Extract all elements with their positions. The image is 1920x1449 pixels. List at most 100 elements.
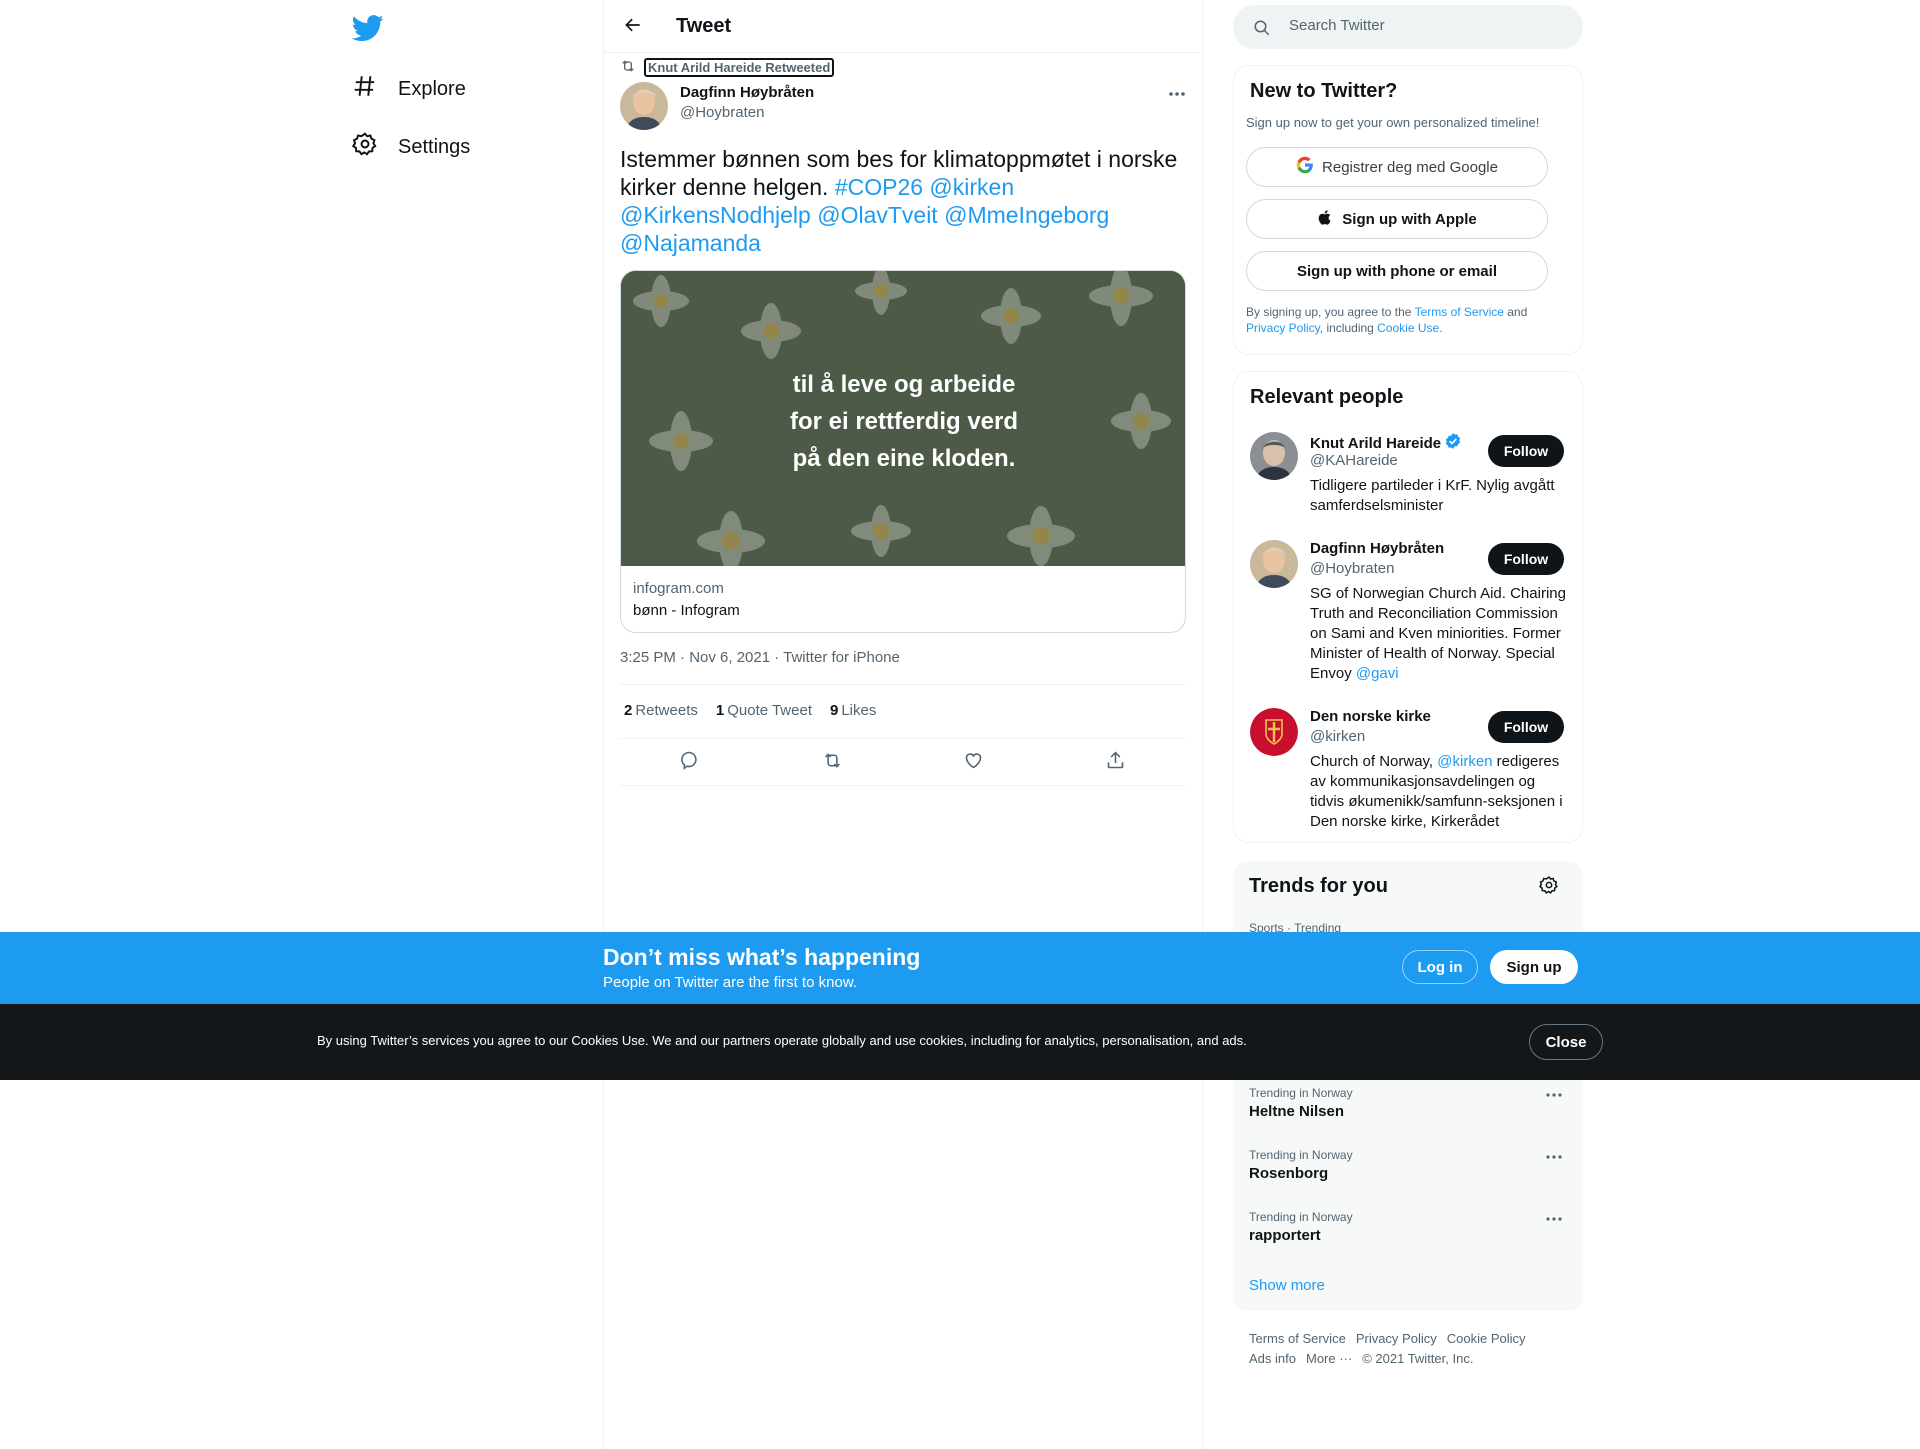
verified-badge-icon (1444, 432, 1462, 454)
google-signup-button[interactable]: Registrer deg med Google (1246, 147, 1548, 187)
trends-settings-button[interactable] (1538, 875, 1565, 901)
tweet-timestamp[interactable]: 3:25 PM · Nov 6, 2021 · Twitter for iPho… (620, 649, 900, 666)
search-box[interactable] (1233, 5, 1583, 49)
trend-name: rapportert (1249, 1227, 1321, 1244)
person-handle[interactable]: @Hoybraten (1310, 560, 1394, 577)
mention-link[interactable]: @kirken (1437, 753, 1492, 770)
mention-link[interactable]: @OlavTveit (817, 202, 937, 228)
mention-link[interactable]: @gavi (1356, 665, 1399, 682)
card-image-text: til å leve og arbeide for ei rettferdig … (621, 366, 1185, 477)
retweet-button[interactable] (812, 748, 852, 778)
nav-settings[interactable]: Settings (351, 131, 471, 163)
person-name[interactable]: Den norske kirke (1310, 708, 1431, 725)
legal-text: By signing up, you agree to the (1246, 305, 1415, 319)
divider (620, 684, 1186, 685)
mention-link[interactable]: @kirken (929, 174, 1014, 200)
google-g-icon (1296, 156, 1314, 178)
reply-icon (680, 750, 701, 776)
author-handle[interactable]: @Hoybraten (680, 104, 764, 121)
retweets-label: Retweets (635, 702, 698, 719)
nav-settings-label: Settings (398, 135, 471, 158)
follow-button[interactable]: Follow (1488, 543, 1564, 575)
mention-link[interactable]: @MmeIngeborg (944, 202, 1109, 228)
nav-explore[interactable]: Explore (352, 73, 466, 105)
divider (620, 738, 1186, 739)
footer-link[interactable]: Terms of Service (1249, 1331, 1346, 1346)
cookie-link[interactable]: Cookie Use. (1377, 321, 1442, 335)
person-name[interactable]: Knut Arild Hareide (1310, 432, 1462, 454)
trend-item[interactable]: Trending in Norway Rosenborg (1249, 1148, 1569, 1182)
person-bio: Church of Norway, @kirken redigeres av k… (1310, 752, 1572, 832)
card-image: til å leve og arbeide for ei rettferdig … (621, 271, 1185, 566)
author-name[interactable]: Dagfinn Høybråten (680, 84, 814, 101)
retweets-count: 2 (624, 702, 633, 719)
back-button[interactable] (620, 14, 646, 40)
more-dots-icon (1543, 1088, 1565, 1105)
show-more-link[interactable]: Show more (1249, 1277, 1325, 1294)
person-name-text: Dagfinn Høybråten (1310, 540, 1445, 557)
footer-link[interactable]: Ads info (1249, 1351, 1296, 1366)
person-name[interactable]: Dagfinn Høybråten (1310, 540, 1444, 557)
trend-item[interactable]: Trending in Norway rapportert (1249, 1210, 1569, 1244)
person-name-text: Knut Arild Hareide (1310, 434, 1442, 452)
reply-button[interactable] (671, 748, 711, 778)
trend-more-button[interactable] (1543, 1088, 1565, 1100)
avatar[interactable] (1250, 540, 1298, 588)
likes-stat[interactable]: 9 Likes (830, 702, 876, 719)
person-bio-text: SG of Norwegian Church Aid. Chairing Tru… (1310, 585, 1566, 682)
person-bio: Tidligere partileder i KrF. Nylig avgått… (1310, 477, 1555, 514)
hashtag-link[interactable]: #COP26 (835, 174, 923, 200)
mention-link[interactable]: @KirkensNodhjelp (620, 202, 811, 228)
trend-more-button[interactable] (1543, 1212, 1565, 1224)
divider (620, 785, 1186, 786)
cookie-close-button[interactable]: Close (1529, 1024, 1603, 1060)
more-button[interactable] (1164, 84, 1190, 104)
nav-explore-label: Explore (398, 77, 466, 100)
footer-link[interactable]: Cookie Policy (1447, 1331, 1526, 1346)
signup-button[interactable]: Sign up (1490, 950, 1578, 984)
copyright: © 2021 Twitter, Inc. (1362, 1351, 1474, 1366)
more-dots-icon (1543, 1150, 1565, 1167)
person-handle[interactable]: @KAHareide (1310, 452, 1398, 469)
search-input[interactable] (1289, 17, 1559, 34)
cookie-banner: By using Twitter’s services you agree to… (0, 1004, 1920, 1080)
main-header: Tweet (604, 0, 1204, 53)
trends-panel: Trends for you Sports · Trending Trendin… (1233, 861, 1583, 1311)
footer-links: Terms of Service Privacy Policy Cookie Pol… (1249, 1329, 1579, 1369)
like-button[interactable] (954, 748, 994, 778)
apple-signup-button[interactable]: Sign up with Apple (1246, 199, 1548, 239)
new-to-twitter-panel: New to Twitter? Sign up now to get your … (1233, 65, 1583, 355)
signup-legal-text: By signing up, you agree to the Terms of… (1246, 304, 1566, 336)
trend-item[interactable]: Trending in Norway Heltne Nilsen (1249, 1086, 1569, 1120)
retweet-context: Knut Arild Hareide Retweeted (620, 58, 835, 77)
twitter-logo-icon[interactable] (351, 12, 384, 44)
gear-icon (351, 131, 378, 163)
likes-count: 9 (830, 702, 839, 719)
person-handle[interactable]: @kirken (1310, 728, 1365, 745)
page-title: Tweet (676, 15, 732, 37)
follow-button[interactable]: Follow (1488, 435, 1564, 467)
mention-link[interactable]: @Najamanda (620, 230, 761, 256)
trend-more-button[interactable] (1543, 1150, 1565, 1162)
relevant-people-title: Relevant people (1250, 386, 1404, 408)
terms-link[interactable]: Terms of Service (1415, 305, 1504, 319)
apple-icon (1317, 209, 1334, 230)
avatar[interactable] (1250, 432, 1298, 480)
footer-link[interactable]: More ··· (1306, 1351, 1352, 1366)
link-card[interactable]: til å leve og arbeide for ei rettferdig … (620, 270, 1186, 633)
avatar[interactable] (1250, 708, 1298, 756)
card-title: bønn - Infogram (633, 602, 740, 619)
quotes-count: 1 (715, 702, 725, 719)
follow-button[interactable]: Follow (1488, 711, 1564, 743)
login-button[interactable]: Log in (1402, 950, 1478, 984)
privacy-link[interactable]: Privacy Policy (1246, 321, 1320, 335)
footer-link[interactable]: Privacy Policy (1356, 1331, 1437, 1346)
author-avatar[interactable] (620, 82, 668, 130)
retweeted-by-link[interactable]: Knut Arild Hareide Retweeted (644, 58, 835, 77)
share-button[interactable] (1095, 748, 1135, 778)
new-to-twitter-subtitle: Sign up now to get your own personalized… (1246, 115, 1540, 130)
person-name-text: Den norske kirke (1310, 708, 1431, 725)
quotes-stat[interactable]: 1 Quote Tweet (716, 702, 812, 719)
phone-email-signup-button[interactable]: Sign up with phone or email (1246, 251, 1548, 291)
retweets-stat[interactable]: 2 Retweets (624, 702, 698, 719)
